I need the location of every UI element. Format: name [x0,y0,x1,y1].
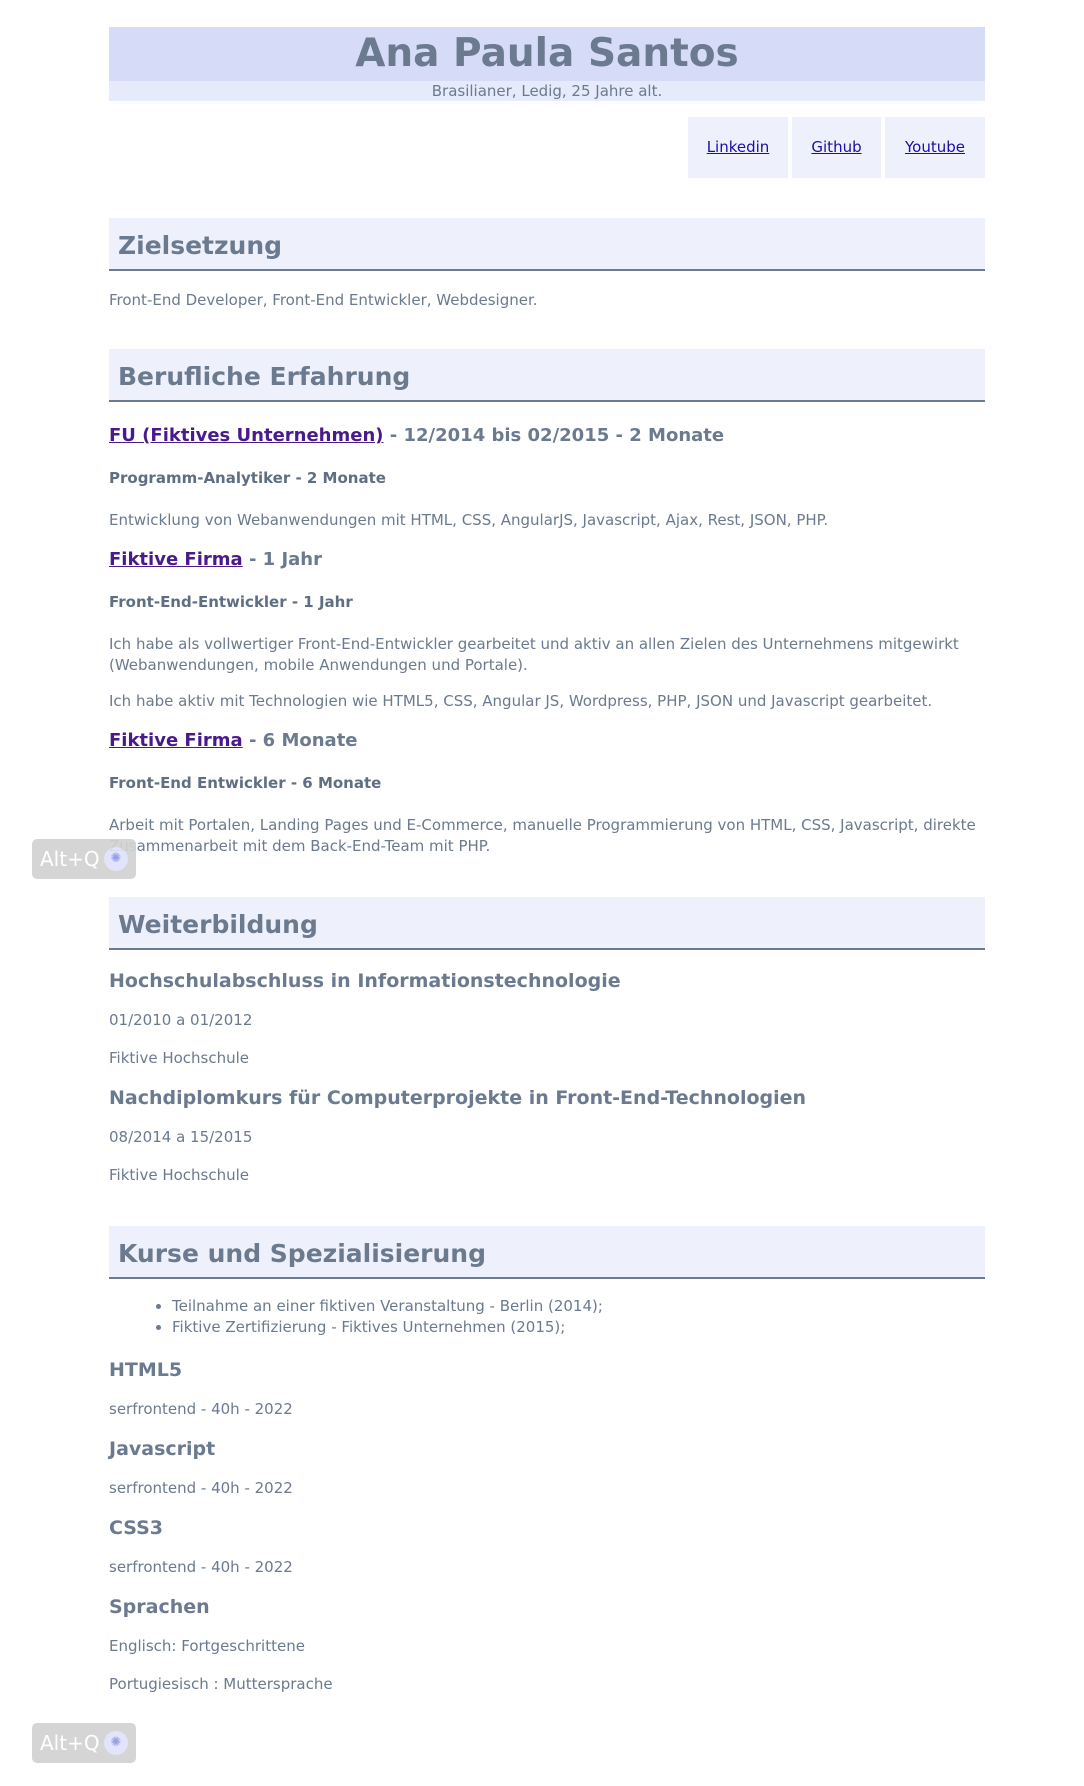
job-role: Front-End Entwickler - 6 Monate [109,774,382,792]
job-period: - 1 Jahr [242,549,323,570]
company-link[interactable]: Fiktive Firma [109,549,243,570]
course-title: Javascript [109,1438,216,1460]
section-experience: Berufliche Erfahrung FU (Fiktives Untern… [109,349,985,857]
course-title: HTML5 [109,1359,183,1381]
job-description: Ich habe als vollwertiger Front-End-Entw… [109,635,959,674]
subtitle: Brasilianer, Ledig, 25 Jahre alt. [109,81,985,101]
language-item: Englisch: Fortgeschrittene [109,1637,305,1655]
shortcut-overlay[interactable]: Alt+Q ✺ [32,839,136,879]
company-link[interactable]: FU (Fiktives Unternehmen) [109,425,384,446]
section-heading: Weiterbildung [109,897,985,950]
education-school: Fiktive Hochschule [109,1049,249,1067]
job-period: - 12/2014 bis 02/2015 - 2 Monate [383,425,725,446]
section-courses: Kurse und Spezialisierung Teilnahme an e… [109,1226,985,1695]
resume-page: Ana Paula Santos Brasilianer, Ledig, 25 … [109,27,985,1695]
job-entry: Fiktive Firma - 6 Monate Front-End Entwi… [109,729,985,857]
education-period: 01/2010 a 01/2012 [109,1011,253,1029]
education-period: 08/2014 a 15/2015 [109,1128,253,1146]
job-title: FU (Fiktives Unternehmen) - 12/2014 bis … [109,424,985,448]
job-entry: FU (Fiktives Unternehmen) - 12/2014 bis … [109,424,985,531]
assistant-icon: ✺ [104,1731,128,1755]
education-title: Nachdiplomkurs für Computerprojekte in F… [109,1087,807,1109]
job-role: Front-End-Entwickler - 1 Jahr [109,593,353,611]
section-objective: Zielsetzung Front-End Developer, Front-E… [109,218,985,311]
courses-list: Teilnahme an einer fiktiven Veranstaltun… [109,1296,985,1338]
header: Ana Paula Santos [109,27,985,81]
job-role: Programm-Analytiker - 2 Monate [109,469,386,487]
page-title: Ana Paula Santos [355,31,739,76]
education-title: Hochschulabschluss in Informationstechno… [109,970,621,992]
course-detail: serfrontend - 40h - 2022 [109,1558,293,1576]
objective-text: Front-End Developer, Front-End Entwickle… [109,291,538,309]
link-github[interactable]: Github [792,117,881,178]
job-title: Fiktive Firma - 1 Jahr [109,548,985,572]
job-entry: Fiktive Firma - 1 Jahr Front-End-Entwick… [109,548,985,712]
assistant-icon: ✺ [104,847,128,871]
job-period: - 6 Monate [242,730,358,751]
list-item: Fiktive Zertifizierung - Fiktives Untern… [172,1317,985,1338]
education-school: Fiktive Hochschule [109,1166,249,1184]
language-item: Portugiesisch : Muttersprache [109,1675,333,1693]
link-youtube[interactable]: Youtube [885,117,985,178]
section-heading: Kurse und Spezialisierung [109,1226,985,1279]
list-item: Teilnahme an einer fiktiven Veranstaltun… [172,1296,985,1317]
job-description: Ich habe aktiv mit Technologien wie HTML… [109,692,933,710]
section-heading: Zielsetzung [109,218,985,271]
section-education: Weiterbildung Hochschulabschluss in Info… [109,897,985,1186]
job-description: Arbeit mit Portalen, Landing Pages und E… [109,816,976,855]
shortcut-label: Alt+Q [40,847,100,871]
course-title: CSS3 [109,1517,164,1539]
section-heading: Berufliche Erfahrung [109,349,985,402]
job-description: Entwicklung von Webanwendungen mit HTML,… [109,511,829,529]
shortcut-overlay[interactable]: Alt+Q ✺ [32,1723,136,1763]
shortcut-label: Alt+Q [40,1731,100,1755]
social-links: Linkedin Github Youtube [109,117,985,178]
course-detail: serfrontend - 40h - 2022 [109,1479,293,1497]
course-detail: serfrontend - 40h - 2022 [109,1400,293,1418]
company-link[interactable]: Fiktive Firma [109,730,243,751]
link-linkedin[interactable]: Linkedin [688,117,788,178]
job-title: Fiktive Firma - 6 Monate [109,729,985,753]
languages-title: Sprachen [109,1596,210,1618]
